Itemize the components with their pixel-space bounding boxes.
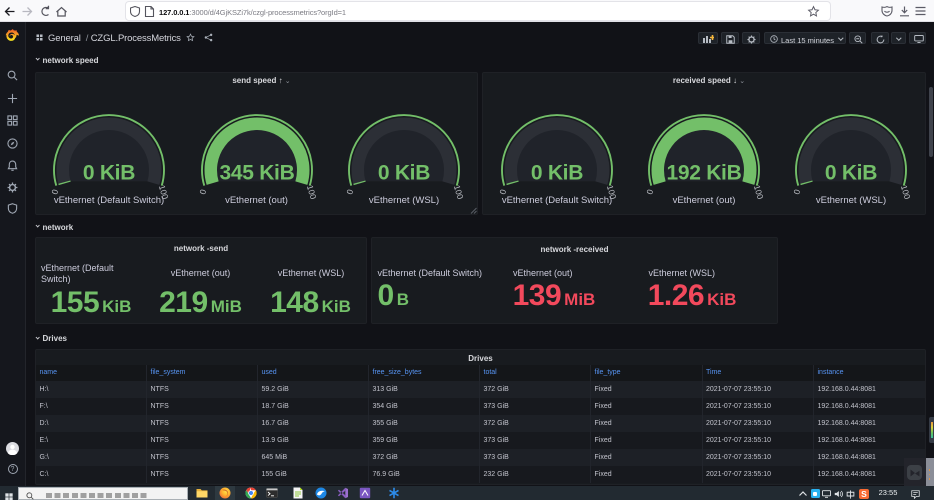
svg-text:0 KiB: 0 KiB <box>825 161 877 184</box>
svg-text:0 KiB: 0 KiB <box>531 161 583 184</box>
svg-text:0 KiB: 0 KiB <box>83 161 135 184</box>
svg-text:0 KiB: 0 KiB <box>378 161 430 184</box>
svg-text:345 KiB: 345 KiB <box>219 161 294 184</box>
svg-text:192 KiB: 192 KiB <box>667 161 742 184</box>
